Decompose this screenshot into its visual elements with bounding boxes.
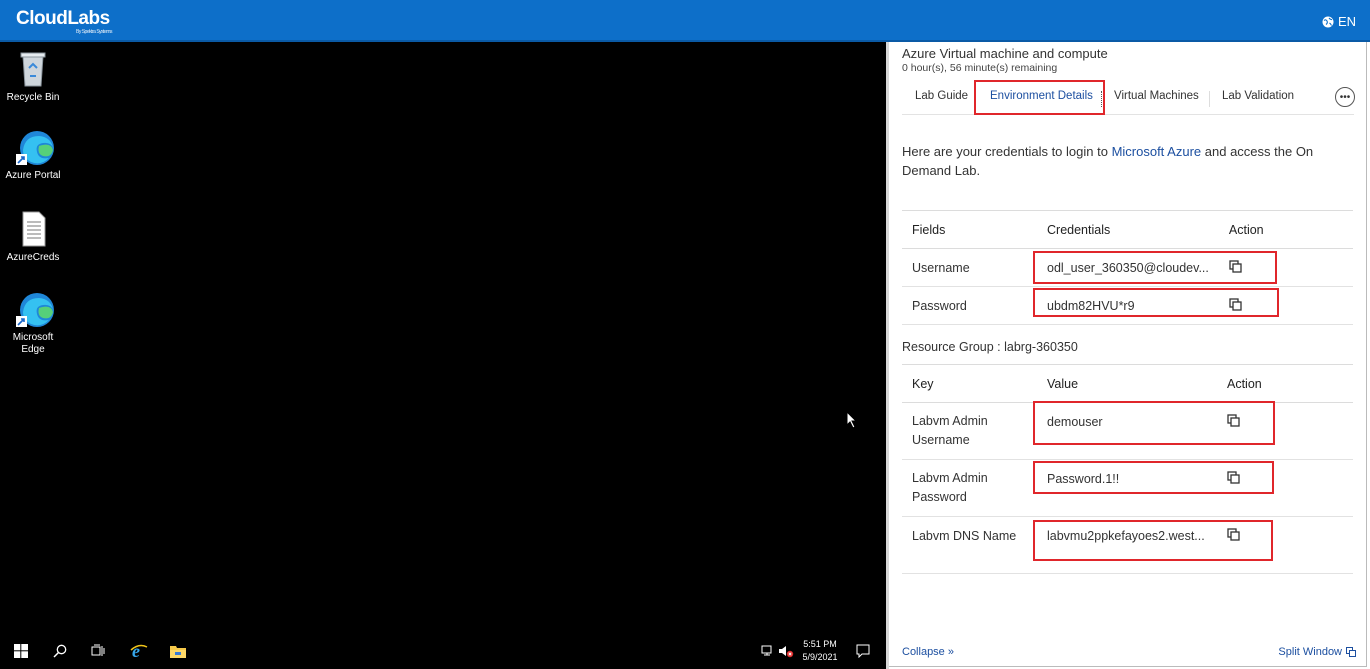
table-header-row: Key Value Action [902,364,1353,403]
field-name: Username [902,248,1037,287]
highlight-box [1033,288,1279,317]
microsoft-azure-link[interactable]: Microsoft Azure [1112,144,1202,159]
brand-text: CloudLabs [16,8,110,29]
column-header-action: Action [1217,364,1353,403]
taskbar-clock[interactable]: 5:51 PM 5/9/2021 [800,638,840,664]
desktop-icon-label: Recycle Bin [6,92,60,103]
edge-icon [15,290,54,328]
column-header-action: Action [1218,210,1353,249]
intro-before: Here are your credentials to login to [902,144,1112,159]
brand-subtitle: By Spektra Systems [76,29,113,35]
language-selector[interactable]: EN [1322,14,1356,29]
ellipsis-icon: ••• [1339,91,1351,103]
tab-separator [1209,91,1210,107]
desktop-icon-azurecreds[interactable]: AzureCreds [0,210,66,264]
highlight-box [1033,461,1274,494]
column-header-value: Value [1037,364,1217,403]
highlight-box [974,80,1105,115]
desktop-icon-label: AzureCreds [6,252,60,263]
split-window-link[interactable]: Split Window [1278,646,1356,658]
lab-title: Azure Virtual machine and compute [902,46,1108,61]
highlight-box [1033,401,1275,445]
network-icon [761,645,772,656]
highlight-box [1033,251,1277,284]
clock-time: 5:51 PM [803,639,837,649]
taskbar: e 5:51 PM 5/9/2021 [0,632,888,669]
volume-tray-button[interactable] [775,640,797,662]
desktop-icon-label: Microsoft Edge [12,332,54,355]
recycle-bin-icon [15,50,51,88]
field-name: Labvm Admin Password [902,459,1037,517]
folder-icon [170,646,186,658]
field-name: Labvm DNS Name [902,516,1037,574]
text-file-icon [15,210,51,248]
start-button[interactable] [10,640,32,662]
split-window-label: Split Window [1278,646,1342,658]
tab-bar: Lab Guide Environment Details Virtual Ma… [902,84,1355,115]
svg-text:e: e [132,641,140,661]
internet-explorer-button[interactable]: e [128,640,150,662]
desktop-icon-recycle-bin[interactable]: Recycle Bin [0,50,66,104]
search-button[interactable] [49,640,71,662]
highlight-box [1033,520,1273,561]
column-header-fields: Fields [902,210,1037,249]
desktop-icon-azure-portal[interactable]: Azure Portal [0,128,66,182]
action-center-button[interactable] [852,640,874,662]
split-window-icon [1346,647,1356,657]
desktop-icon-label: Azure Portal [5,170,61,181]
tab-lab-guide[interactable]: Lab Guide [915,90,968,102]
column-header-credentials: Credentials [1037,210,1219,249]
search-icon [53,644,67,658]
volume-muted-icon [779,646,794,658]
remote-desktop[interactable]: Recycle Bin Azure Portal AzureCreds Micr… [0,42,888,669]
lab-panel: Azure Virtual machine and compute 0 hour… [889,42,1367,667]
windows-icon [14,644,28,658]
column-header-key: Key [902,364,1037,403]
top-bar: CloudLabs By Spektra Systems EN [0,0,1370,42]
table-header-row: Fields Credentials Action [902,210,1353,249]
cloudlabs-logo: CloudLabs By Spektra Systems [16,8,113,35]
intro-text: Here are your credentials to login to Mi… [902,142,1322,180]
notification-icon [856,644,870,658]
time-remaining: 0 hour(s), 56 minute(s) remaining [902,62,1058,74]
task-view-icon [91,644,105,656]
resource-group-title: Resource Group : labrg-360350 [902,340,1078,354]
more-options-button[interactable]: ••• [1335,87,1355,107]
tab-virtual-machines[interactable]: Virtual Machines [1114,90,1199,102]
tab-lab-validation[interactable]: Lab Validation [1222,90,1294,102]
globe-icon [1322,16,1334,27]
desktop-icon-microsoft-edge[interactable]: Microsoft Edge [0,290,66,356]
task-view-button[interactable] [87,640,109,662]
edge-icon [15,128,54,166]
mouse-pointer-icon [846,411,858,429]
field-name: Labvm Admin Username [902,402,1037,460]
file-explorer-button[interactable] [167,640,189,662]
language-label: EN [1337,14,1356,29]
collapse-link[interactable]: Collapse » [902,646,954,658]
internet-explorer-icon: e [130,641,148,661]
field-name: Password [902,286,1037,325]
clock-date: 5/9/2021 [802,652,838,662]
